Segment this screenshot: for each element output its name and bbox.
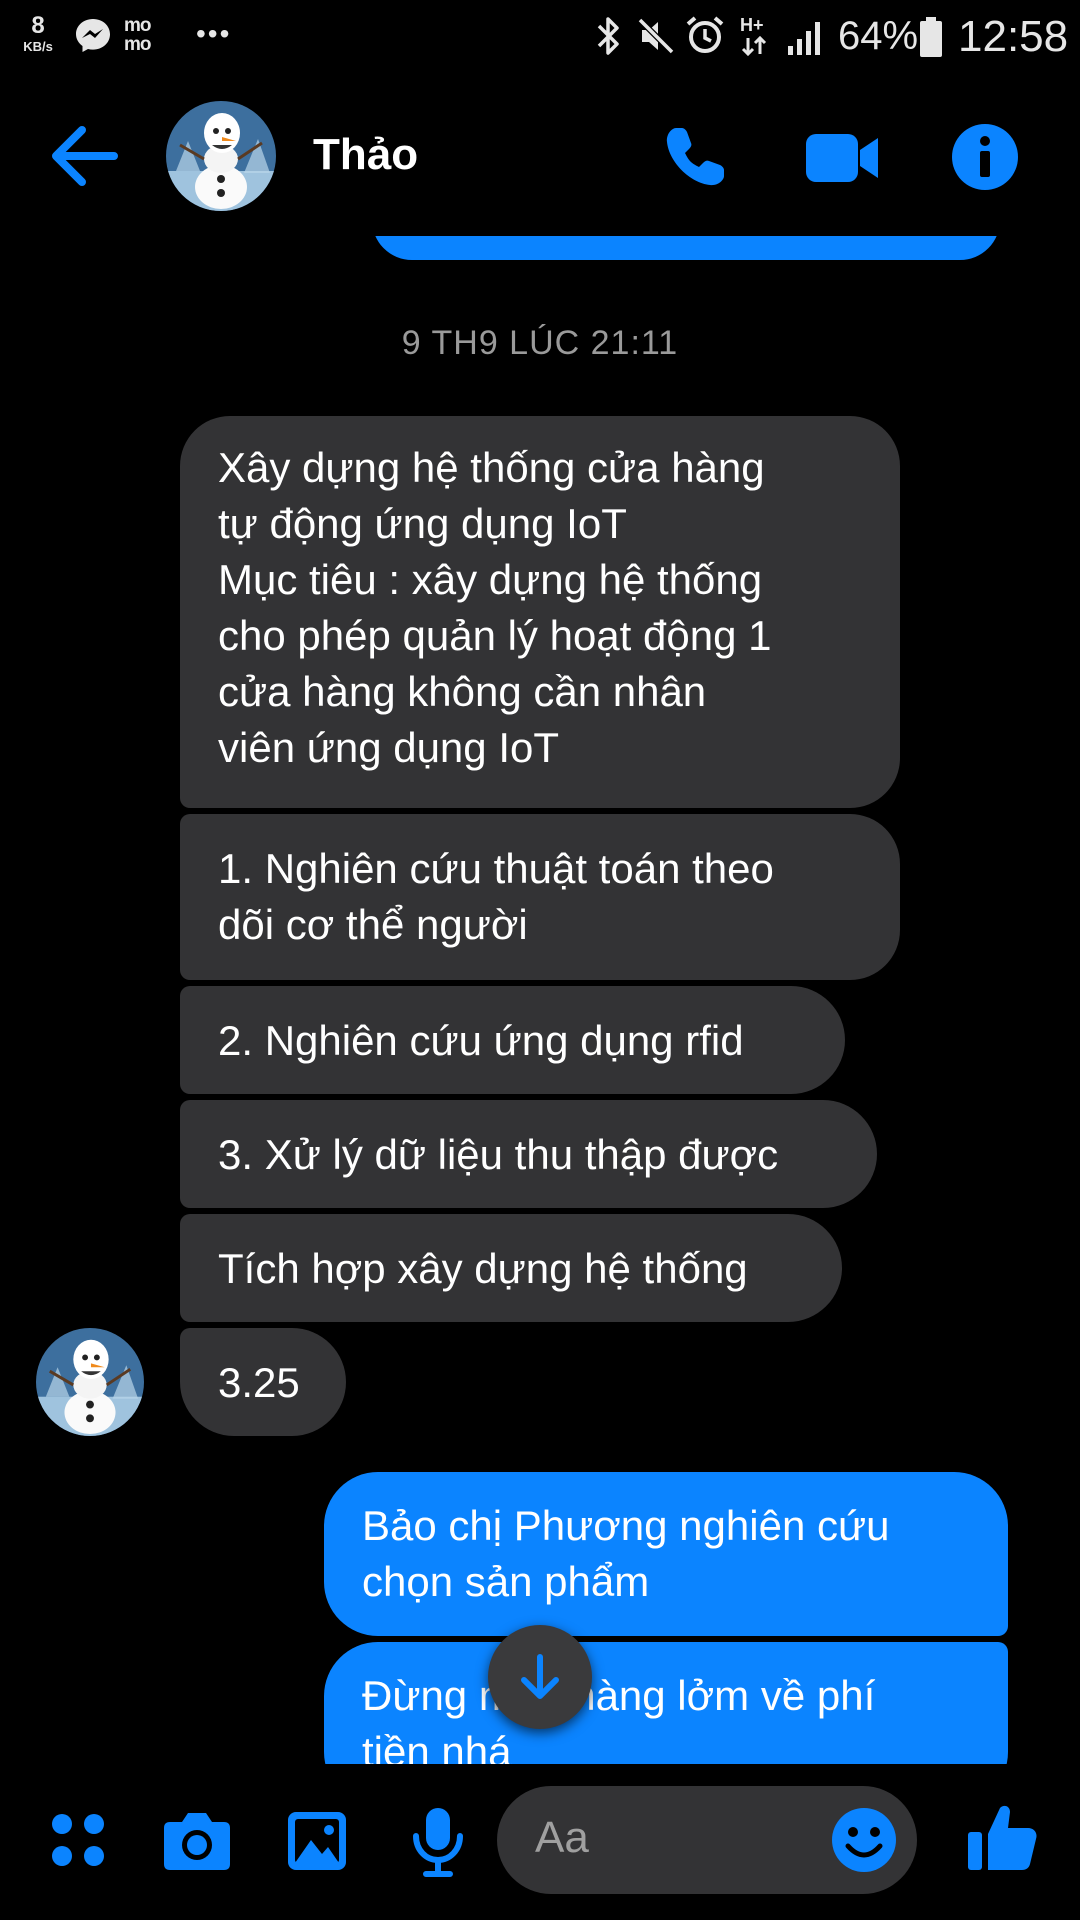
alarm-icon: [686, 16, 724, 53]
video-call-icon[interactable]: [804, 130, 880, 186]
message-text: Bảo chị Phương nghiên cứu chọn sản phẩm: [362, 1502, 890, 1605]
contact-avatar[interactable]: [166, 101, 276, 211]
conversation-timestamp: 9 TH9 LÚC 21:11: [401, 324, 679, 362]
camera-icon[interactable]: [162, 1810, 232, 1872]
apps-menu-icon[interactable]: [50, 1812, 106, 1868]
message-bubble-outgoing[interactable]: Bảo chị Phương nghiên cứu chọn sản phẩm: [324, 1472, 1008, 1636]
like-thumbs-up-icon[interactable]: [966, 1802, 1038, 1874]
message-bubble-incoming[interactable]: 2. Nghiên cứu ứng dụng rfid: [180, 986, 845, 1094]
message-input-placeholder: Aa: [535, 1813, 589, 1862]
battery-icon: [920, 17, 942, 57]
conversation-header: [0, 88, 1080, 228]
network-speed-unit: KB/s: [23, 39, 53, 54]
arrow-down-icon: [521, 1654, 559, 1699]
back-arrow-icon[interactable]: [48, 120, 120, 192]
signal-strength-icon: [788, 22, 820, 55]
hspa-data-icon: H+: [740, 15, 767, 57]
scroll-to-bottom-button[interactable]: [488, 1625, 592, 1729]
message-bubble-incoming[interactable]: 1. Nghiên cứu thuật toán theo dõi cơ thể…: [180, 814, 900, 980]
network-speed-value: 8: [31, 12, 45, 39]
status-bar: 8 KB/s mo mo ••• H+ 64% 12:58: [0, 0, 1080, 75]
svg-text:H+: H+: [740, 15, 764, 35]
message-bubble-outgoing[interactable]: Đừng mua hàng lởm về phí tiền nhá: [324, 1642, 1008, 1764]
message-bubble-incoming[interactable]: Xây dựng hệ thống cửa hàng tự động ứng d…: [180, 416, 900, 808]
clock: 12:58: [958, 12, 1069, 61]
message-text: 3. Xử lý dữ liệu thu thập được: [218, 1131, 779, 1178]
microphone-icon[interactable]: [410, 1806, 466, 1878]
message-text: Tích hợp xây dựng hệ thống: [218, 1245, 748, 1292]
bluetooth-icon: [597, 17, 619, 55]
momo-notification-icon: mo mo: [124, 15, 152, 55]
battery-percent: 64%: [838, 14, 919, 58]
message-bubble-incoming[interactable]: Tích hợp xây dựng hệ thống: [180, 1214, 842, 1322]
message-viewport-clip: Đừng mua hàng lởm về phí tiền nhá: [324, 1642, 1008, 1764]
message-text: 3.25: [218, 1359, 300, 1406]
message-bubble-incoming[interactable]: 3. Xử lý dữ liệu thu thập được: [180, 1100, 877, 1208]
message-bubble-incoming[interactable]: 3.25: [180, 1328, 346, 1436]
network-speed: 8 KB/s: [18, 12, 58, 54]
voice-call-icon[interactable]: [662, 124, 728, 190]
message-text: 2. Nghiên cứu ứng dụng rfid: [218, 1017, 744, 1064]
message-text: 1. Nghiên cứu thuật toán theo dõi cơ thể…: [218, 845, 774, 948]
emoji-icon[interactable]: [830, 1806, 898, 1874]
message-text: Đừng mua hàng lởm về phí tiền nhá: [362, 1672, 876, 1764]
sender-avatar[interactable]: [36, 1328, 144, 1436]
more-notifications-icon: •••: [196, 18, 232, 49]
info-icon[interactable]: [950, 122, 1020, 192]
messenger-notification-icon: [76, 19, 110, 52]
contact-name[interactable]: Thảo: [313, 130, 418, 180]
gallery-icon[interactable]: [286, 1810, 348, 1872]
mute-icon: [637, 17, 675, 55]
message-text: Xây dựng hệ thống cửa hàng tự động ứng d…: [218, 444, 772, 771]
